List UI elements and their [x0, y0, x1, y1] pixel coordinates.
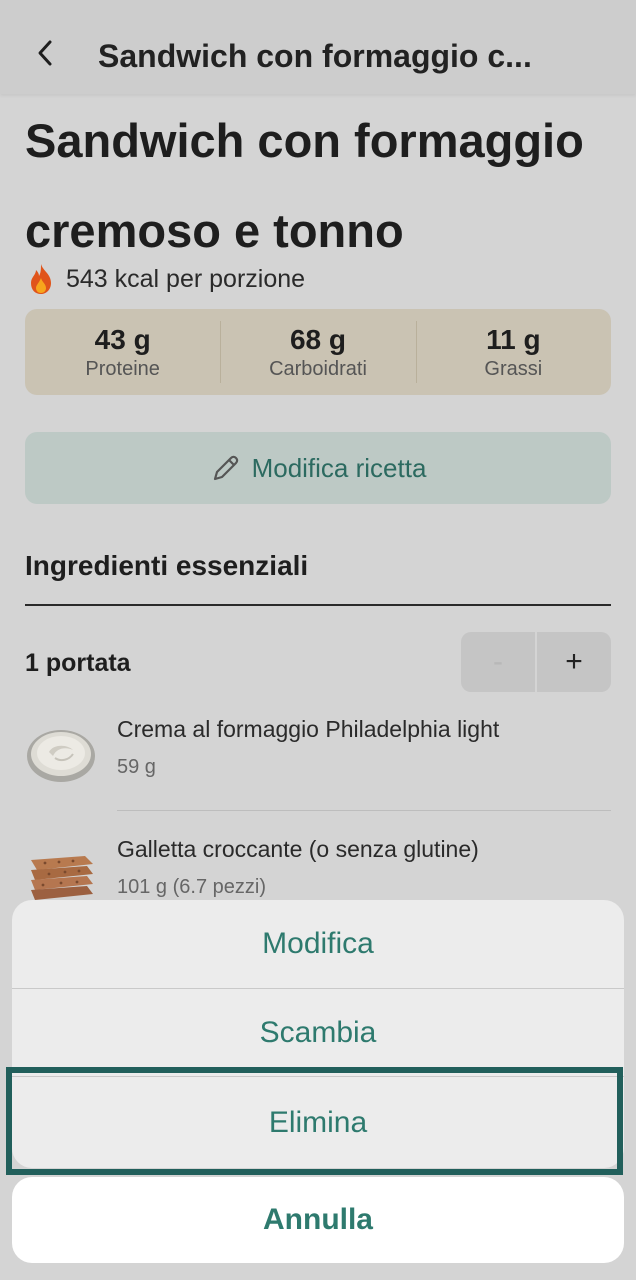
flame-icon: [31, 264, 51, 294]
ingredients-heading: Ingredienti essenziali: [25, 550, 309, 581]
nav-title: Sandwich con formaggio c...: [98, 38, 532, 74]
calories-text: 543 kcal per porzione: [66, 264, 306, 293]
recipe-title: Sandwich con formaggio cremoso e tonno: [25, 96, 625, 276]
pencil-icon: [213, 455, 238, 481]
cancel-button[interactable]: Annulla: [12, 1177, 624, 1263]
section-divider: [25, 604, 611, 606]
decrease-servings-button[interactable]: -: [461, 632, 535, 692]
ingredient-name: Crema al formaggio Philadelphia light: [117, 716, 500, 742]
macro-label: Grassi: [484, 358, 543, 380]
chevron-left-icon: [38, 40, 52, 66]
macro-fat: 11 g Grassi: [415, 309, 611, 395]
ingredient-quantity: 101 g (6.7 pezzi): [117, 876, 266, 898]
action-sheet: Modifica Scambia Elimina: [12, 900, 624, 1168]
cream-cheese-thumbnail: [27, 730, 95, 782]
back-button[interactable]: [30, 38, 60, 68]
modify-option[interactable]: Modifica: [12, 900, 624, 988]
swap-option[interactable]: Scambia: [12, 988, 624, 1076]
recipe-title-line-1: Sandwich con formaggio: [25, 114, 584, 167]
macro-label: Proteine: [85, 358, 160, 380]
macro-protein: 43 g Proteine: [25, 309, 220, 395]
edit-recipe-button[interactable]: Modifica ricetta: [25, 432, 611, 504]
increase-servings-button[interactable]: +: [537, 632, 611, 692]
servings-label: 1 portata: [25, 649, 131, 677]
servings-stepper: - +: [461, 632, 611, 692]
calories-row: 543 kcal per porzione: [26, 262, 305, 296]
macro-value: 43 g: [94, 324, 151, 355]
delete-option[interactable]: Elimina: [12, 1076, 624, 1168]
macro-value: 68 g: [289, 324, 346, 355]
macros-card: 43 g Proteine 68 g Carboidrati 11 g Gras…: [25, 309, 611, 395]
edit-recipe-label: Modifica ricetta: [251, 452, 427, 483]
ingredient-divider: [117, 810, 611, 811]
ingredient-quantity: 59 g: [117, 756, 156, 778]
ingredient-name: Galletta croccante (o senza glutine): [117, 836, 479, 862]
nav-bar: Sandwich con formaggio c...: [0, 0, 636, 94]
macro-value: 11 g: [486, 324, 541, 355]
macro-carbs: 68 g Carboidrati: [220, 309, 415, 395]
crispbread-thumbnail: [31, 856, 93, 900]
macro-label: Carboidrati: [269, 358, 367, 380]
